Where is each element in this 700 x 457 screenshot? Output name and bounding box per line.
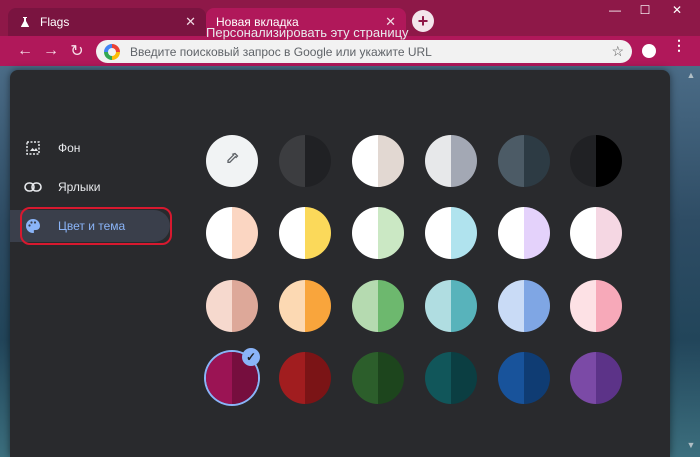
tab-close-icon[interactable]: ✕ — [185, 14, 196, 30]
check-icon: ✓ — [242, 348, 260, 366]
theme-swatch[interactable] — [206, 207, 258, 259]
scroll-down-icon[interactable]: ▼ — [686, 440, 696, 450]
theme-swatch[interactable] — [352, 135, 404, 187]
theme-swatch[interactable] — [425, 280, 477, 332]
theme-swatch[interactable] — [425, 207, 477, 259]
theme-swatch[interactable] — [352, 352, 404, 404]
theme-swatch[interactable] — [279, 280, 331, 332]
theme-swatch[interactable] — [352, 207, 404, 259]
tab-title: Flags — [40, 15, 70, 29]
theme-swatch[interactable] — [352, 280, 404, 332]
profile-icon[interactable] — [642, 44, 656, 58]
sidebar-item-label: Фон — [58, 141, 81, 155]
back-arrow-icon[interactable]: ← — [16, 42, 34, 60]
customize-dialog — [10, 70, 670, 457]
minimize-button[interactable]: — — [600, 0, 630, 20]
close-button[interactable]: ✕ — [662, 0, 692, 20]
menu-dots-icon[interactable]: ⋮ — [672, 38, 686, 52]
toolbar: ← → ↻ Введите поисковый запрос в Google … — [0, 36, 700, 66]
theme-swatch[interactable] — [570, 280, 622, 332]
theme-swatch[interactable] — [498, 207, 550, 259]
omnibox[interactable]: Введите поисковый запрос в Google или ук… — [96, 40, 632, 63]
sidebar-item-background[interactable]: Фон — [10, 132, 170, 164]
theme-swatch[interactable] — [498, 352, 550, 404]
flask-icon — [18, 15, 32, 29]
omnibox-placeholder: Введите поисковый запрос в Google или ук… — [130, 44, 432, 59]
sidebar-item-label: Ярлыки — [58, 180, 101, 194]
image-icon — [24, 139, 42, 157]
new-tab-button[interactable]: + — [412, 10, 434, 32]
theme-swatch[interactable] — [570, 135, 622, 187]
theme-swatch[interactable] — [425, 352, 477, 404]
theme-swatch[interactable] — [279, 352, 331, 404]
theme-swatch[interactable] — [425, 135, 477, 187]
dialog-title: Персонализировать эту страницу — [206, 25, 409, 40]
tab-flags[interactable]: Flags ✕ — [8, 8, 206, 36]
google-logo-icon — [104, 43, 120, 60]
scroll-up-icon[interactable]: ▲ — [686, 70, 696, 80]
theme-swatch[interactable] — [279, 207, 331, 259]
theme-swatch[interactable] — [570, 352, 622, 404]
theme-swatch[interactable] — [498, 280, 550, 332]
highlight-annotation — [20, 207, 172, 245]
scrollbar[interactable]: ▲ ▼ — [686, 70, 696, 450]
reload-icon[interactable]: ↻ — [68, 42, 86, 60]
theme-swatch[interactable] — [570, 207, 622, 259]
forward-arrow-icon[interactable]: → — [42, 42, 60, 60]
custom-color-picker[interactable] — [206, 135, 258, 187]
theme-swatch[interactable] — [498, 135, 550, 187]
sidebar-item-shortcuts[interactable]: Ярлыки — [10, 171, 170, 203]
theme-swatch[interactable] — [279, 135, 331, 187]
eyedropper-icon — [224, 151, 240, 172]
link-icon — [24, 178, 42, 196]
theme-swatch[interactable] — [206, 280, 258, 332]
star-icon[interactable]: ☆ — [611, 43, 624, 60]
maximize-button[interactable]: ☐ — [630, 0, 660, 20]
